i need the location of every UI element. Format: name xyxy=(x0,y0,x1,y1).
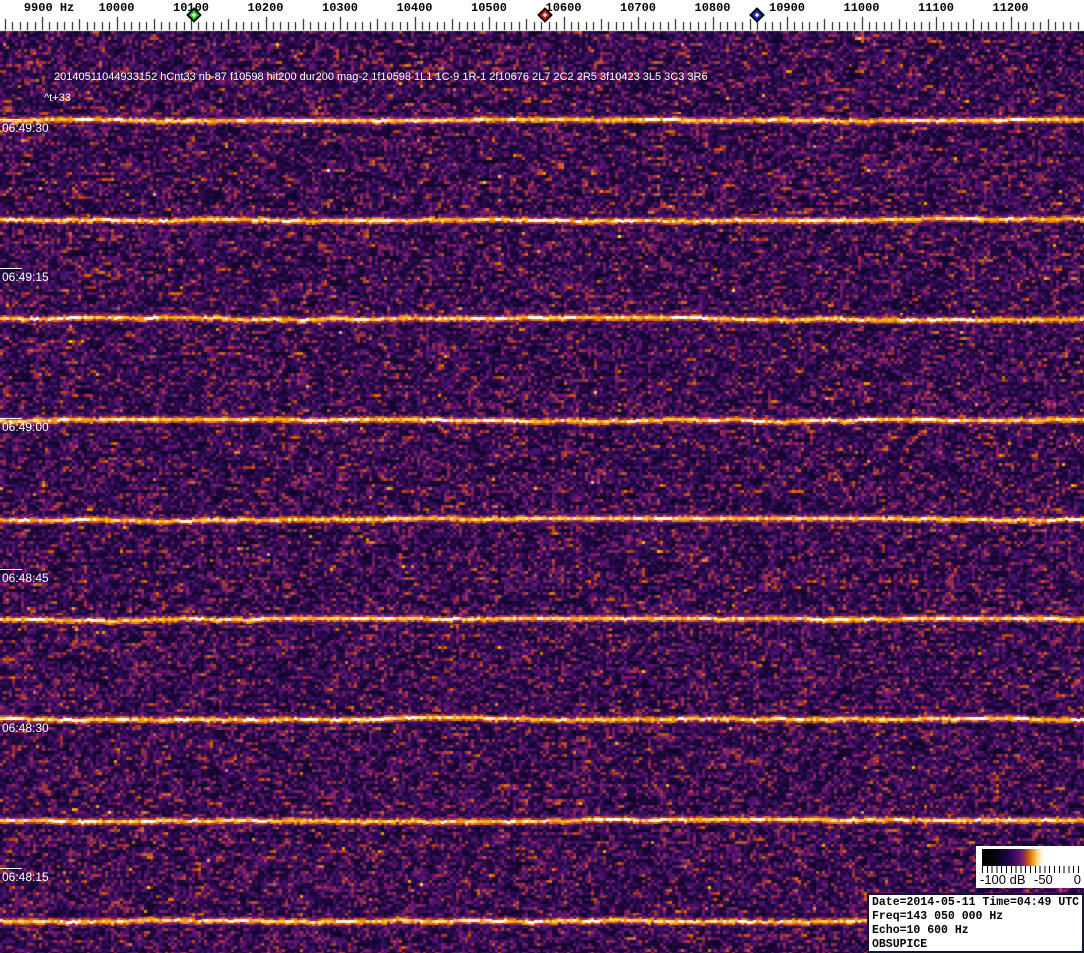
colorbar-gradient xyxy=(982,849,1078,866)
freq-tick-label: 11200 xyxy=(992,1,1029,15)
time-tick xyxy=(0,119,22,120)
colorbar-label-min: -100 dB xyxy=(980,872,1026,887)
colorbar-label-mid: -50 xyxy=(1034,872,1053,887)
info-line-station: OBSUPICE xyxy=(872,938,928,951)
freq-tick-label: 10200 xyxy=(247,1,284,15)
freq-tick-label: 11100 xyxy=(917,1,955,15)
event-annotation: 20140511044933152 hCnt33 nb-87 f10598 hi… xyxy=(54,71,708,83)
green-diamond-marker-highlight xyxy=(191,12,197,18)
time-label: 06:48:45 xyxy=(2,571,49,585)
time-label: 06:48:15 xyxy=(2,870,49,884)
station-info-box: Date=2014-05-11 Time=04:49 UTC Freq=143 … xyxy=(867,893,1084,953)
freq-tick-label: 10400 xyxy=(396,1,433,15)
cursor-annotation: ^t+33 xyxy=(44,92,71,104)
freq-tick-label: 11000 xyxy=(843,1,880,15)
time-tick xyxy=(0,719,22,720)
freq-tick-label: 10700 xyxy=(619,1,657,15)
info-line-date: Date=2014-05-11 Time=04:49 UTC xyxy=(872,896,1080,909)
db-colorbar: -100 dB -50 0 xyxy=(976,846,1084,888)
time-label: 06:49:00 xyxy=(2,420,49,434)
blue-diamond-marker[interactable] xyxy=(749,7,765,23)
time-label: 06:48:30 xyxy=(2,721,49,735)
time-tick xyxy=(0,418,22,419)
info-line-freq: Freq=143 050 000 Hz xyxy=(872,910,1004,923)
time-tick xyxy=(0,268,22,269)
frequency-ruler: 9900 Hz 10000 10100 10200 10300 10400 10500 106… xyxy=(0,0,1084,31)
blue-diamond-marker-highlight xyxy=(754,12,760,18)
info-line-echo: Echo=10 600 Hz xyxy=(872,924,969,937)
colorbar-label-max: 0 xyxy=(1073,872,1081,887)
freq-tick-label: 10000 xyxy=(98,1,135,15)
time-label: 06:49:30 xyxy=(2,121,49,135)
spectrogram-display[interactable] xyxy=(0,0,1084,953)
red-diamond-marker-highlight xyxy=(542,12,548,18)
time-tick xyxy=(0,868,22,869)
freq-tick-label: 10800 xyxy=(694,1,731,15)
time-tick xyxy=(0,569,22,570)
freq-tick-label: 10900 xyxy=(768,1,806,15)
freq-tick-label: 10500 xyxy=(470,1,508,15)
freq-tick-label: 10300 xyxy=(321,1,359,15)
time-label: 06:49:15 xyxy=(2,270,49,284)
freq-tick-label: 9900 Hz xyxy=(23,1,75,15)
